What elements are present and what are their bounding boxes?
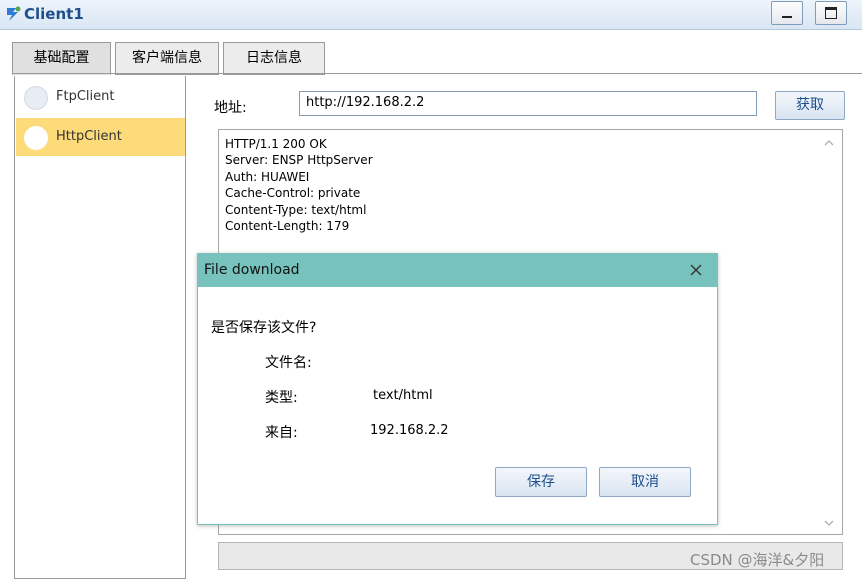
from-value: 192.168.2.2 — [370, 423, 449, 438]
dialog-header: File download — [198, 254, 717, 287]
response-line: Content-Length: 179 — [225, 219, 350, 234]
sidebar-item-httpclient[interactable]: HttpClient — [16, 118, 185, 156]
tab-log-info[interactable]: 日志信息 — [223, 42, 325, 75]
window-title: Client1 — [24, 5, 84, 23]
sidebar-item-ftpclient[interactable]: FtpClient — [16, 78, 185, 116]
sidebar-item-label: FtpClient — [56, 89, 115, 104]
scroll-down-icon[interactable] — [824, 518, 834, 528]
title-bar: Client1 — [0, 0, 862, 30]
type-value: text/html — [373, 388, 433, 403]
type-label: 类型: — [265, 390, 298, 406]
tab-client-info[interactable]: 客户端信息 — [115, 42, 219, 75]
file-download-dialog: File download 是否保存该文件? 文件名: 类型: text/htm… — [197, 253, 718, 525]
filename-label: 文件名: — [265, 355, 312, 371]
save-button[interactable]: 保存 — [495, 467, 587, 497]
response-line: Server: ENSP HttpServer — [225, 153, 373, 168]
response-line: Content-Type: text/html — [225, 202, 367, 217]
from-label: 来自: — [265, 425, 298, 441]
response-line: Auth: HUAWEI — [225, 169, 310, 184]
response-content: HTTP/1.1 200 OK Server: ENSP HttpServer … — [225, 136, 373, 234]
dialog-title: File download — [204, 262, 300, 278]
client-type-list: FtpClient HttpClient — [14, 76, 186, 579]
response-line: Cache-Control: private — [225, 186, 361, 201]
tab-label: 日志信息 — [246, 50, 302, 66]
close-icon[interactable] — [686, 260, 706, 280]
tab-basic-config[interactable]: 基础配置 — [12, 42, 111, 75]
app-client-icon — [7, 6, 21, 21]
watermark: CSDN @海洋&夕阳 — [690, 551, 825, 569]
response-line: HTTP/1.1 200 OK — [225, 137, 327, 151]
minimize-icon[interactable] — [771, 1, 803, 25]
address-label: 地址: — [214, 100, 247, 116]
tab-label: 基础配置 — [33, 50, 90, 66]
tab-label: 客户端信息 — [132, 50, 202, 66]
address-input[interactable]: http://192.168.2.2 — [299, 91, 757, 116]
cancel-button[interactable]: 取消 — [599, 467, 691, 497]
maximize-icon[interactable] — [815, 1, 847, 25]
sidebar-item-label: HttpClient — [56, 129, 122, 144]
client-icon — [24, 86, 48, 110]
fetch-button[interactable]: 获取 — [775, 91, 845, 120]
client-icon — [24, 126, 48, 150]
scroll-up-icon[interactable] — [824, 138, 834, 148]
dialog-question: 是否保存该文件? — [211, 320, 317, 336]
